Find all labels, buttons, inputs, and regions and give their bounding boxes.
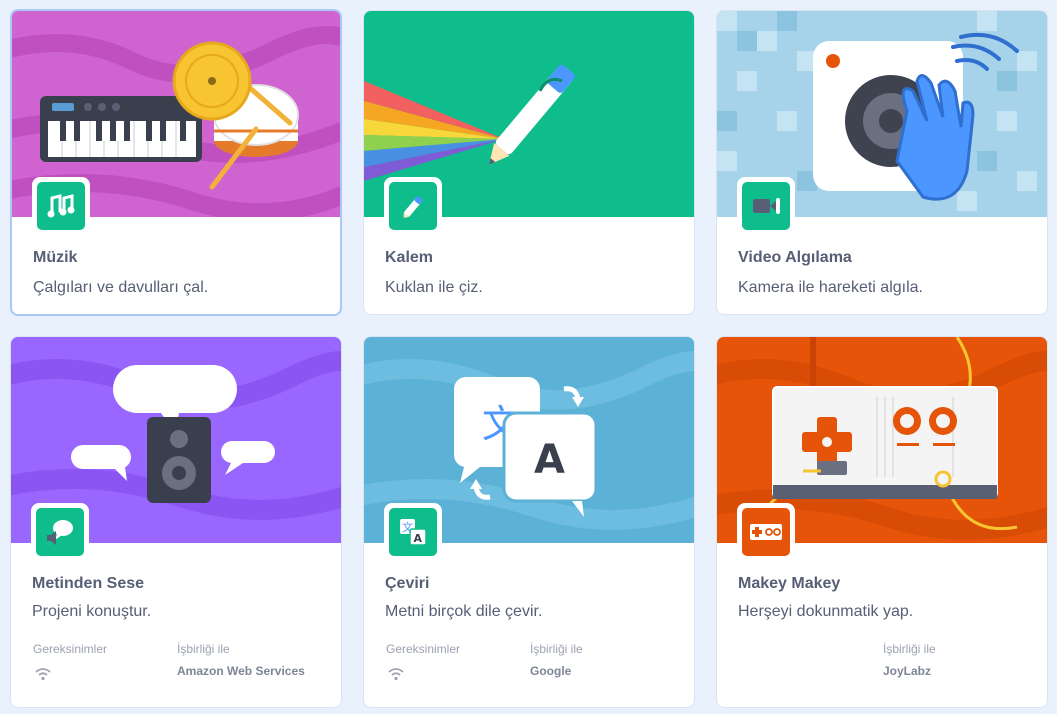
collaboration-label: İşbirliği ile [177, 642, 230, 656]
card-title: Kalem [385, 249, 434, 266]
makey-makey-badge [737, 503, 795, 561]
svg-text:A: A [414, 532, 423, 545]
collaboration-label: İşbirliği ile [883, 642, 936, 656]
card-title: Metinden Sese [32, 575, 145, 592]
card-title: Müzik [33, 249, 78, 266]
collaboration-value: Amazon Web Services [177, 664, 305, 678]
card-description: Çalgıları ve davulları çal. [33, 279, 209, 296]
card-title: Video Algılama [738, 249, 852, 266]
svg-text:A: A [534, 437, 565, 483]
music-badge [32, 177, 90, 235]
card-description: Kuklan ile çiz. [385, 279, 483, 296]
card-title: Çeviri [385, 575, 430, 592]
speech-bubble-icon [47, 520, 73, 545]
music-note-icon [47, 194, 75, 218]
card-description: Herşeyi dokunmatik yap. [738, 603, 914, 620]
card-description: Kamera ile hareketi algıla. [738, 279, 923, 296]
extension-card-makey-makey[interactable]: Makey Makey Herşeyi dokunmatik yap. İşbi… [716, 336, 1048, 708]
card-title: Makey Makey [738, 575, 841, 592]
extension-card-music[interactable]: Müzik Çalgıları ve davulları çal. [10, 9, 342, 316]
extension-card-translate[interactable]: 文 A 文 A Çeviri Metni birçok dile çevir. … [363, 336, 695, 708]
makey-makey-icon [750, 524, 782, 540]
extension-card-text-to-speech[interactable]: Metinden Sese Projeni konuştur. Gereksin… [10, 336, 342, 708]
card-description: Projeni konuştur. [32, 603, 152, 620]
video-sensing-badge [737, 177, 795, 235]
video-camera-icon [753, 198, 780, 214]
pen-icon [403, 196, 423, 218]
extension-library-grid: Müzik Çalgıları ve davulları çal. Kalem … [0, 0, 1057, 714]
requirements-label: Gereksinimler [386, 642, 461, 656]
collaboration-value: Google [530, 664, 572, 678]
extension-card-video-sensing[interactable]: Video Algılama Kamera ile hareketi algıl… [716, 10, 1048, 315]
pen-badge [384, 177, 442, 235]
collaboration-label: İşbirliği ile [530, 642, 583, 656]
text-to-speech-badge [31, 503, 89, 561]
translate-badge: 文 A [384, 503, 442, 561]
wifi-icon [388, 668, 404, 681]
collaboration-value: JoyLabz [883, 664, 932, 678]
card-description: Metni birçok dile çevir. [385, 603, 543, 620]
wifi-icon [35, 668, 51, 681]
extension-card-pen[interactable]: Kalem Kuklan ile çiz. [363, 10, 695, 315]
translate-icon: 文 A [400, 519, 427, 546]
requirements-label: Gereksinimler [33, 642, 108, 656]
